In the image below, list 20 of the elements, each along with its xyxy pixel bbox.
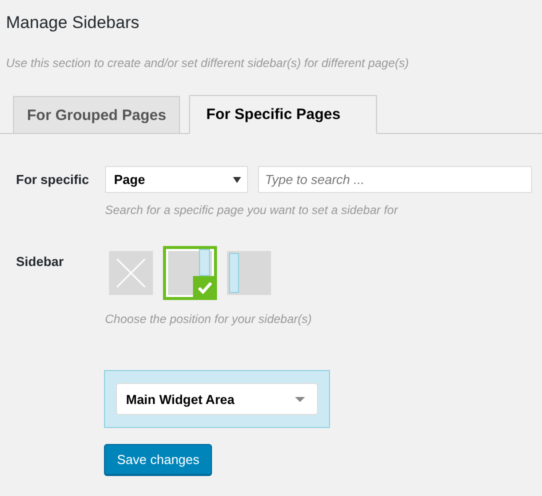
page-title: Manage Sidebars [6, 12, 140, 34]
caret-icon [295, 396, 305, 402]
section-description: Use this section to create and/or set different sidebar(s) for different page(s) [6, 56, 410, 70]
right-sidebar-layout-icon [199, 249, 210, 276]
help-text: Search for a specific page you want to set a sidebar for [105, 203, 400, 217]
help-text: Choose the position for your sidebar(s) [105, 312, 313, 326]
search-field[interactable]: Type to search ... [258, 166, 532, 193]
left-sidebar-layout-icon [229, 253, 239, 293]
field-label: For specific [16, 171, 90, 189]
save-button[interactable]: Save changes [104, 444, 212, 475]
sidebar-position-option[interactable] [163, 246, 217, 300]
sidebar-position-option[interactable] [109, 251, 153, 295]
tab[interactable]: For Specific Pages [189, 95, 378, 134]
caret-icon [233, 176, 241, 182]
page-type-select[interactable]: Page [105, 166, 248, 193]
field-label: Sidebar [16, 253, 65, 271]
sidebar-position-option[interactable] [227, 251, 271, 295]
checkmark-icon [193, 276, 217, 300]
tab[interactable]: For Grouped Pages [13, 96, 180, 133]
widget-area-select[interactable]: Main Widget Area [116, 383, 318, 415]
